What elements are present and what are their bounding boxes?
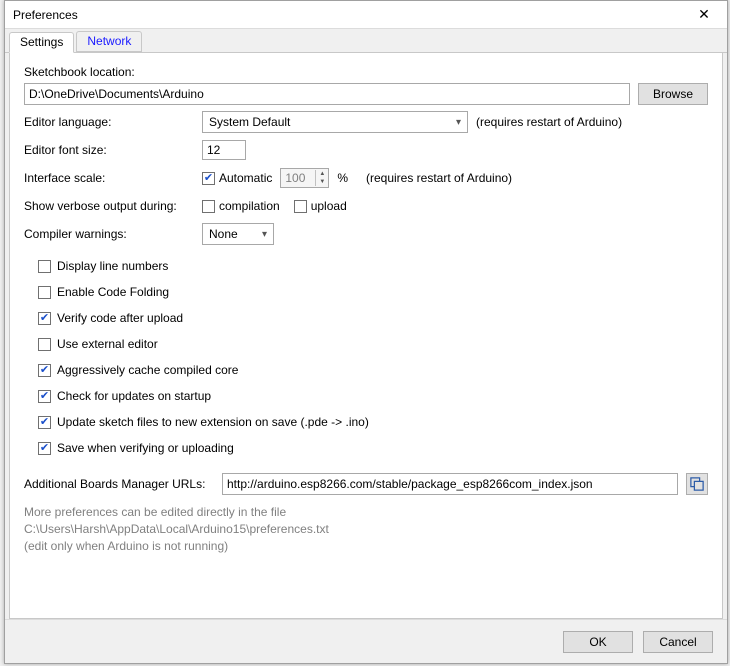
boards-urls-expand-button[interactable]	[686, 473, 708, 495]
save-verify-checkbox[interactable]	[38, 442, 51, 455]
verify-after-upload-label: Verify code after upload	[57, 311, 183, 325]
external-editor-checkbox[interactable]	[38, 338, 51, 351]
compiler-warnings-label: Compiler warnings:	[24, 227, 194, 241]
dialog-footer: OK Cancel	[5, 619, 727, 663]
window-title: Preferences	[13, 8, 78, 22]
scale-spinner[interactable]: 100 ▲ ▼	[280, 168, 329, 188]
compiler-warnings-value: None	[209, 227, 238, 241]
sketchbook-label: Sketchbook location:	[24, 65, 194, 79]
external-editor-label: Use external editor	[57, 337, 158, 351]
verbose-label: Show verbose output during:	[24, 199, 194, 213]
tab-network[interactable]: Network	[76, 31, 142, 52]
verbose-compilation-checkbox[interactable]	[202, 200, 215, 213]
verbose-upload-checkbox[interactable]	[294, 200, 307, 213]
boards-urls-label: Additional Boards Manager URLs:	[24, 477, 214, 491]
verify-after-upload-checkbox[interactable]	[38, 312, 51, 325]
compiler-warnings-select[interactable]: None ▾	[202, 223, 274, 245]
language-restart-hint: (requires restart of Arduino)	[476, 115, 622, 129]
automatic-scale-checkbox[interactable]	[202, 172, 215, 185]
tab-strip: Settings Network	[5, 29, 727, 53]
cache-core-label: Aggressively cache compiled core	[57, 363, 238, 377]
close-button[interactable]: ✕	[683, 2, 725, 28]
scale-value: 100	[281, 171, 315, 185]
interface-scale-label: Interface scale:	[24, 171, 194, 185]
prefs-path-note[interactable]: C:\Users\Harsh\AppData\Local\Arduino15\p…	[24, 522, 708, 536]
close-icon: ✕	[698, 6, 710, 23]
code-folding-checkbox[interactable]	[38, 286, 51, 299]
chevron-down-icon: ▾	[262, 229, 267, 240]
chevron-down-icon: ▾	[456, 117, 461, 128]
more-prefs-note: More preferences can be edited directly …	[24, 505, 708, 519]
check-updates-label: Check for updates on startup	[57, 389, 211, 403]
update-ext-checkbox[interactable]	[38, 416, 51, 429]
font-size-input[interactable]	[202, 140, 246, 160]
preferences-window: Preferences ✕ Settings Network Sketchboo…	[4, 0, 728, 664]
editor-language-select[interactable]: System Default ▾	[202, 111, 468, 133]
scale-restart-hint: (requires restart of Arduino)	[366, 171, 512, 185]
editor-language-label: Editor language:	[24, 115, 194, 129]
editor-language-value: System Default	[209, 115, 290, 129]
settings-panel: Sketchbook location: Browse Editor langu…	[9, 53, 723, 619]
cache-core-checkbox[interactable]	[38, 364, 51, 377]
percent-label: %	[337, 171, 348, 185]
automatic-scale-label: Automatic	[219, 171, 272, 185]
verbose-compilation-label: compilation	[219, 199, 280, 213]
titlebar: Preferences ✕	[5, 1, 727, 29]
cancel-button[interactable]: Cancel	[643, 631, 713, 653]
display-line-numbers-checkbox[interactable]	[38, 260, 51, 273]
tab-settings[interactable]: Settings	[9, 32, 74, 53]
font-size-label: Editor font size:	[24, 143, 194, 157]
window-icon	[690, 477, 704, 491]
edit-warn-note: (edit only when Arduino is not running)	[24, 539, 708, 553]
save-verify-label: Save when verifying or uploading	[57, 441, 234, 455]
update-ext-label: Update sketch files to new extension on …	[57, 415, 369, 429]
spinner-down-icon[interactable]: ▼	[316, 178, 328, 186]
display-line-numbers-label: Display line numbers	[57, 259, 168, 273]
verbose-upload-label: upload	[311, 199, 347, 213]
sketchbook-path-input[interactable]	[24, 83, 630, 105]
check-updates-checkbox[interactable]	[38, 390, 51, 403]
code-folding-label: Enable Code Folding	[57, 285, 169, 299]
browse-button[interactable]: Browse	[638, 83, 708, 105]
spinner-up-icon[interactable]: ▲	[316, 170, 328, 178]
boards-urls-input[interactable]	[222, 473, 678, 495]
ok-button[interactable]: OK	[563, 631, 633, 653]
